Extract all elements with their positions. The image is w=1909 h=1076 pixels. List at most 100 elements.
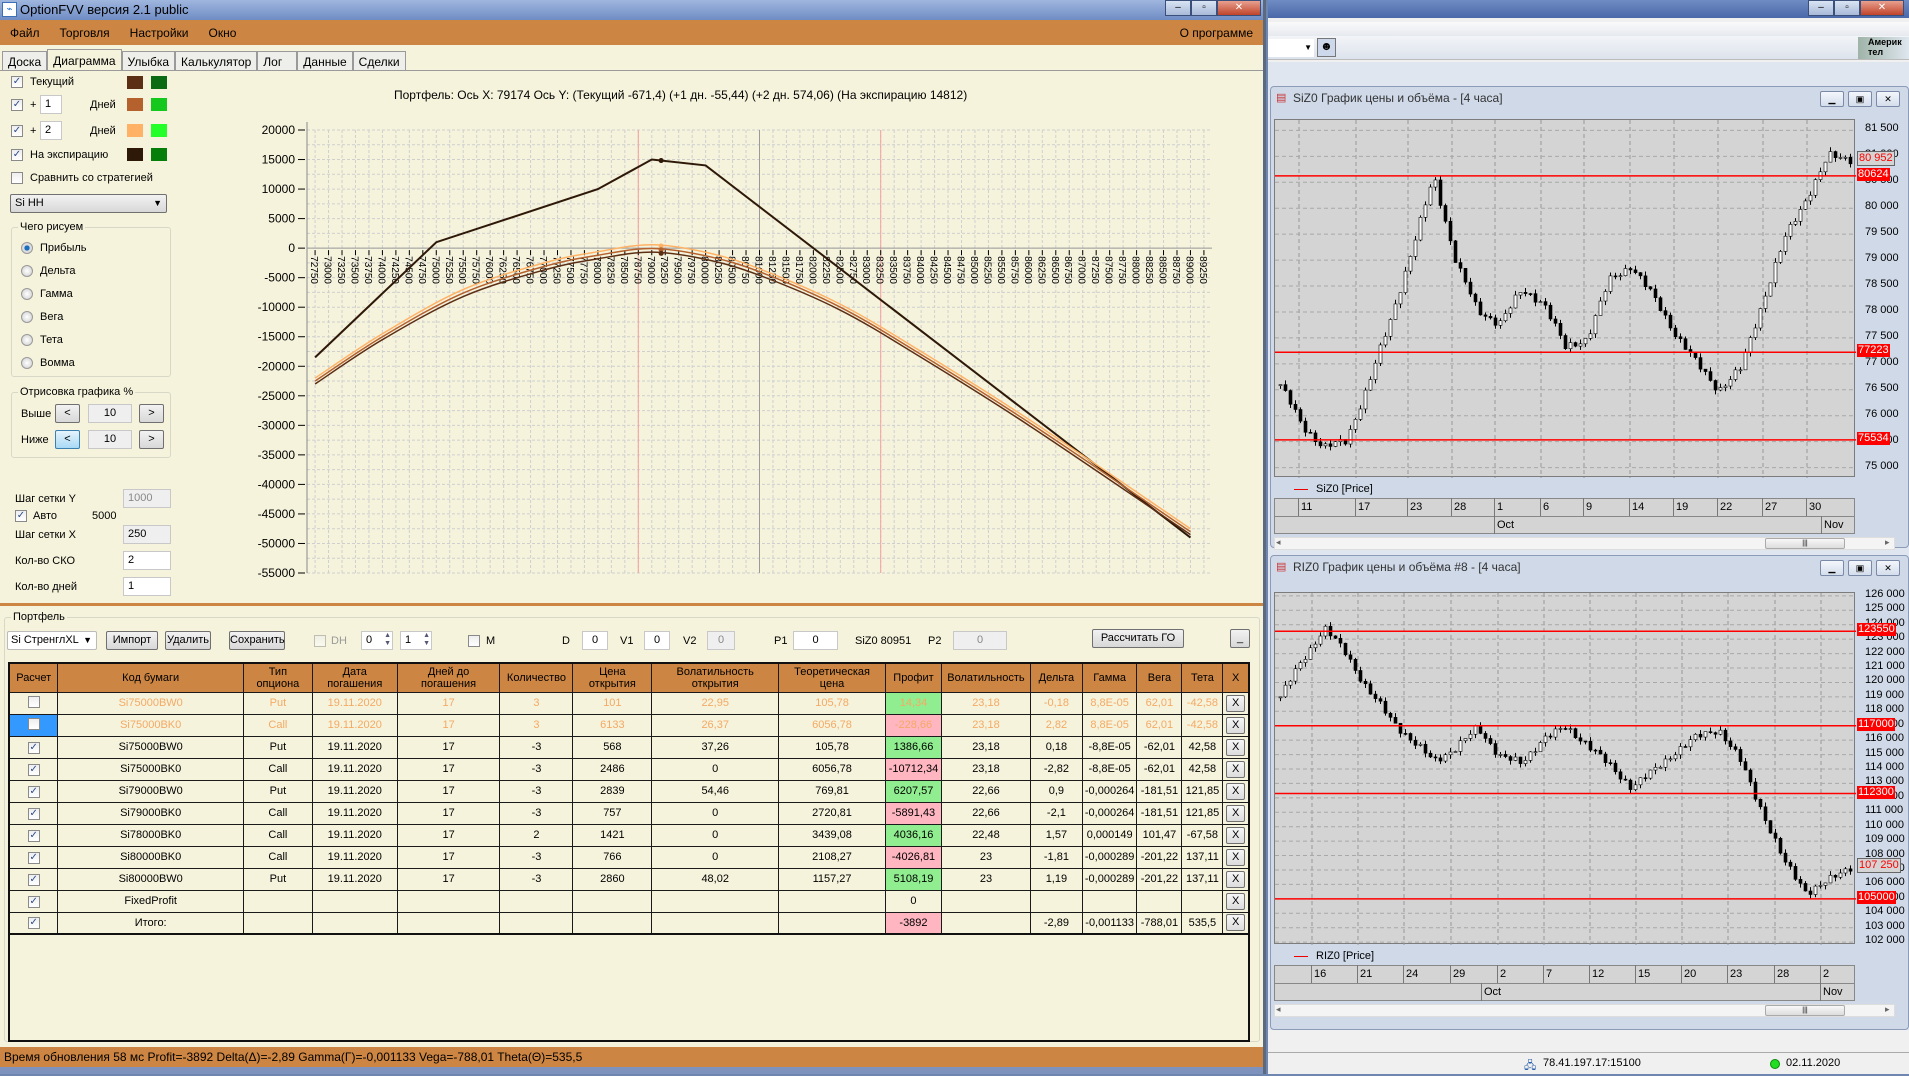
below-decrease-button[interactable]: <: [55, 430, 80, 449]
tab-deals[interactable]: Сделки: [352, 51, 406, 71]
delete-row-button[interactable]: X: [1226, 782, 1246, 800]
user-icon[interactable]: ☻: [1317, 38, 1336, 57]
save-button[interactable]: Сохранить: [229, 631, 285, 650]
calc-checkbox[interactable]: ✓: [27, 763, 40, 776]
delete-row-button[interactable]: X: [1226, 826, 1246, 844]
dh-checkbox[interactable]: [314, 635, 326, 647]
tab-smile[interactable]: Улыбка: [121, 51, 176, 71]
calc-checkbox[interactable]: [27, 717, 40, 730]
d-input[interactable]: 0: [582, 631, 608, 650]
plus1-checkbox[interactable]: ✓: [11, 99, 23, 111]
above-value[interactable]: 10: [88, 404, 132, 423]
menu-window[interactable]: Окно: [199, 26, 247, 40]
table-row[interactable]: ✓ Si80000BW0 Put 19.11.2020 17 -3 2860 48,02 115…: [8, 867, 1250, 891]
spinner-arrows-icon[interactable]: ▲ ▼: [423, 632, 430, 648]
maximize-button[interactable]: ▣: [1848, 91, 1872, 107]
ad-banner[interactable]: Америк тел: [1858, 37, 1909, 59]
close-button[interactable]: ✕: [1217, 0, 1261, 16]
splitter[interactable]: [0, 603, 1263, 606]
grid-y-input[interactable]: 1000: [123, 489, 171, 508]
chart2-plot-area[interactable]: [1274, 592, 1856, 945]
expiration-profit-color[interactable]: [151, 148, 167, 161]
column-header[interactable]: Тип опциона: [242, 662, 313, 693]
minimize-button[interactable]: –: [1165, 0, 1191, 16]
minimize-button[interactable]: ▁: [1820, 560, 1844, 576]
table-row[interactable]: Si75000BW0 Put 19.11.2020 17 3 101 22,95 105,78…: [8, 691, 1250, 715]
column-header[interactable]: Волатильность открытия: [651, 662, 780, 693]
tab-diagram[interactable]: Диаграмма: [47, 49, 122, 71]
expiration-loss-color[interactable]: [127, 148, 143, 161]
close-button[interactable]: ✕: [1860, 0, 1904, 16]
column-header[interactable]: Количество: [499, 662, 574, 693]
plus1-profit-color[interactable]: [151, 98, 167, 111]
p1-input[interactable]: 0: [793, 631, 838, 650]
delete-row-button[interactable]: X: [1226, 694, 1246, 712]
radio-4[interactable]: [21, 334, 33, 346]
plus2-profit-color[interactable]: [151, 124, 167, 137]
calc-go-button[interactable]: Рассчитать ГО: [1092, 629, 1184, 648]
delete-row-button[interactable]: X: [1226, 892, 1246, 910]
plus2-days-input[interactable]: 2: [40, 121, 62, 140]
sko-input[interactable]: 2: [123, 551, 171, 570]
table-row[interactable]: Si75000BK0 Call 19.11.2020 17 3 6133 26,37 6056…: [8, 713, 1250, 737]
scroll-right-icon[interactable]: ▸: [1885, 537, 1890, 548]
table-row[interactable]: ✓ Si75000BK0 Call 19.11.2020 17 -3 2486 0 6056,7…: [8, 757, 1250, 781]
column-header[interactable]: Дней до погашения: [396, 662, 501, 693]
radio-5[interactable]: [21, 357, 33, 369]
current-profit-color[interactable]: [151, 76, 167, 89]
maximize-button[interactable]: ▣: [1848, 560, 1872, 576]
auto-checkbox[interactable]: ✓: [15, 510, 27, 522]
maximize-button[interactable]: ▫: [1834, 0, 1860, 16]
tab-calculator[interactable]: Калькулятор: [175, 51, 258, 71]
menu-about[interactable]: О программе: [1170, 26, 1263, 40]
column-header[interactable]: Профит: [884, 662, 942, 693]
plus1-loss-color[interactable]: [127, 98, 143, 111]
column-header[interactable]: Теоретическая цена: [778, 662, 886, 693]
minimize-button[interactable]: ▁: [1820, 91, 1844, 107]
minimize-button[interactable]: –: [1808, 0, 1834, 16]
calc-checkbox[interactable]: ✓: [27, 807, 40, 820]
collapse-button[interactable]: _: [1230, 629, 1250, 648]
current-loss-color[interactable]: [127, 76, 143, 89]
scroll-left-icon[interactable]: ◂: [1276, 537, 1281, 548]
column-header[interactable]: Цена открытия: [572, 662, 653, 693]
grid-x-input[interactable]: 250: [123, 525, 171, 544]
m-checkbox[interactable]: [468, 635, 480, 647]
strategy-dropdown[interactable]: Si СтренглXL ▼: [7, 631, 97, 650]
toolbar-dropdown[interactable]: ▼: [1268, 39, 1314, 57]
table-row[interactable]: ✓ Si78000BK0 Call 19.11.2020 17 2 1421 0 3439,08…: [8, 823, 1250, 847]
delete-row-button[interactable]: X: [1226, 716, 1246, 734]
spin2-input[interactable]: 1 ▲ ▼: [400, 631, 432, 650]
expiration-checkbox[interactable]: ✓: [11, 149, 23, 161]
chart1-plot-area[interactable]: [1274, 119, 1856, 478]
table-row[interactable]: ✓ Si79000BK0 Call 19.11.2020 17 -3 757 0 2720,81…: [8, 801, 1250, 825]
close-button[interactable]: ✕: [1876, 91, 1900, 107]
calc-checkbox[interactable]: ✓: [27, 873, 40, 886]
payoff-chart[interactable]: 20000 15000 10000 5000 0 -5000 -10000 -15000 -20…: [240, 100, 1260, 595]
delete-row-button[interactable]: X: [1226, 804, 1246, 822]
table-row[interactable]: ✓ Si80000BK0 Call 19.11.2020 17 -3 766 0 2108,27…: [8, 845, 1250, 869]
menu-file[interactable]: Файл: [0, 26, 50, 40]
delete-row-button[interactable]: X: [1226, 914, 1246, 932]
calc-checkbox[interactable]: ✓: [27, 851, 40, 864]
p2-input[interactable]: 0: [953, 631, 1007, 650]
column-header[interactable]: Дельта: [1029, 662, 1083, 693]
days-count-input[interactable]: 1: [123, 577, 171, 596]
spinner-arrows-icon[interactable]: ▲ ▼: [384, 632, 391, 648]
above-decrease-button[interactable]: <: [55, 404, 80, 423]
column-header[interactable]: Дата погашения: [311, 662, 398, 693]
column-header[interactable]: Тета: [1181, 662, 1224, 693]
current-checkbox[interactable]: ✓: [11, 76, 23, 88]
radio-3[interactable]: [21, 311, 33, 323]
instrument-dropdown[interactable]: Si HH ▼: [10, 194, 167, 213]
column-header[interactable]: Расчет: [8, 662, 59, 693]
plus2-checkbox[interactable]: ✓: [11, 125, 23, 137]
v2-input[interactable]: 0: [707, 631, 735, 650]
close-button[interactable]: ✕: [1876, 560, 1900, 576]
calc-checkbox[interactable]: ✓: [27, 741, 40, 754]
plus2-loss-color[interactable]: [127, 124, 143, 137]
delete-row-button[interactable]: X: [1226, 870, 1246, 888]
tab-log[interactable]: Лог: [257, 51, 298, 71]
import-button[interactable]: Импорт: [106, 631, 158, 650]
radio-1[interactable]: [21, 265, 33, 277]
